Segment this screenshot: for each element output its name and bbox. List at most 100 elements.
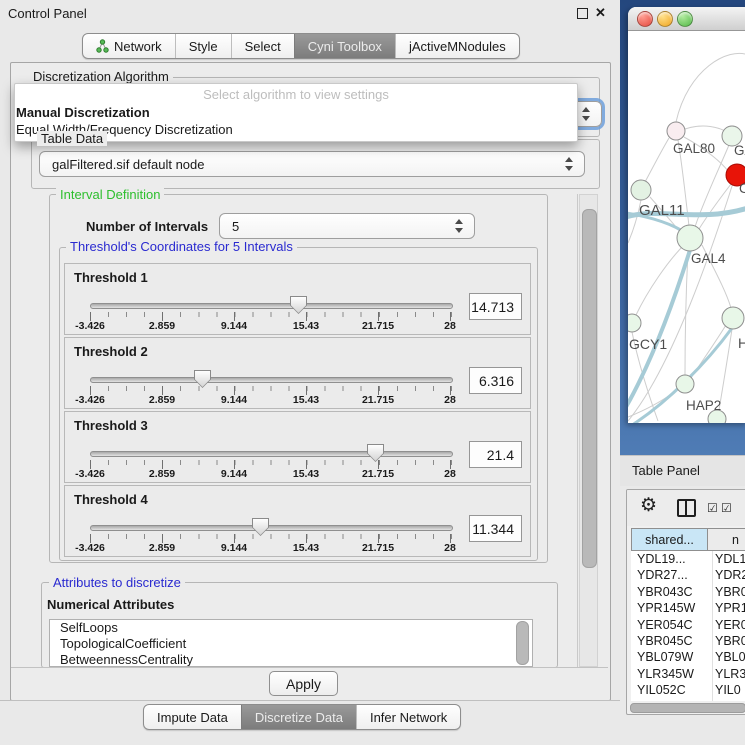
node-label-partial: C: [739, 181, 745, 196]
tab-network-label: Network: [114, 39, 162, 54]
node-label-gal4: GAL4: [691, 251, 726, 266]
network-node-gal4[interactable]: [677, 225, 703, 251]
table-panel: ⚙ ☑ ☑ shared... n YDL19...YDL1 YDR27...Y…: [626, 489, 745, 715]
threshold-2-slider-track[interactable]: [90, 377, 453, 383]
network-node[interactable]: [722, 307, 744, 329]
table-row[interactable]: YBR045CYBR0: [631, 633, 745, 649]
network-node-hap2[interactable]: [676, 375, 694, 393]
divider: [577, 194, 578, 667]
control-panel-window: Control Panel ✕ Network Style Select: [0, 0, 745, 745]
list-scrollbar[interactable]: [516, 621, 529, 665]
slider-ticks: [90, 534, 452, 539]
network-icon: [96, 39, 109, 53]
network-view-window: GAL80 GA C GAL11 GAL4 GCY1 H HAP2: [628, 7, 745, 423]
table-row[interactable]: YPR145WYPR1: [631, 600, 745, 616]
split-view-icon[interactable]: [677, 499, 696, 517]
table-toolbar: ⚙ ☑ ☑: [627, 490, 745, 526]
threshold-1-panel: Threshold 1 -3.426 2.859 9.144 15.43 21.…: [64, 263, 531, 335]
network-node-gal11[interactable]: [631, 180, 651, 200]
float-window-icon[interactable]: [577, 8, 588, 19]
node-label-partial: H: [738, 335, 745, 351]
zoom-traffic-icon[interactable]: [677, 11, 693, 27]
threshold-3-slider-handle[interactable]: [367, 444, 384, 462]
table-data-value: galFiltered.sif default node: [52, 157, 204, 172]
threshold-3-value-input[interactable]: 21.4: [469, 441, 522, 468]
divider: [0, 700, 620, 701]
table-row[interactable]: YDR27...YDR2: [631, 567, 745, 583]
interval-definition-label: Interval Definition: [56, 187, 164, 202]
threshold-4-slider-handle[interactable]: [252, 518, 269, 536]
threshold-1-label: Threshold 1: [74, 270, 148, 285]
list-item[interactable]: BetweennessCentrality: [50, 652, 532, 667]
table-row[interactable]: YDL19...YDL1: [631, 551, 745, 567]
close-icon[interactable]: ✕: [595, 5, 606, 21]
tick-label: 2.859: [134, 320, 190, 332]
attributes-group-label: Attributes to discretize: [49, 575, 185, 590]
threshold-3-label: Threshold 3: [74, 418, 148, 433]
tab-select[interactable]: Select: [231, 34, 294, 58]
threshold-4-value-input[interactable]: 11.344: [469, 515, 522, 542]
column-header-name[interactable]: n: [708, 528, 745, 551]
tab-cyni-toolbox[interactable]: Cyni Toolbox: [294, 34, 395, 58]
slider-ticks: [90, 386, 452, 391]
table-row[interactable]: YLR345WYLR3: [631, 666, 745, 682]
tick-label: 21.715: [350, 468, 406, 480]
tick-label: 15.43: [278, 542, 334, 554]
num-intervals-value: 5: [232, 219, 239, 234]
minimize-traffic-icon[interactable]: [657, 11, 673, 27]
threshold-1-slider-handle[interactable]: [290, 296, 307, 314]
gear-icon[interactable]: ⚙: [640, 494, 657, 517]
network-node-gal80[interactable]: [667, 122, 685, 140]
tab-jactivemnodules[interactable]: jActiveMNodules: [395, 34, 519, 58]
table-row[interactable]: YBL079WYBL0: [631, 649, 745, 665]
network-window-titlebar[interactable]: [628, 7, 745, 31]
node-label-partial: GA: [734, 143, 745, 158]
threshold-2-slider-handle[interactable]: [194, 370, 211, 388]
threshold-4-slider-track[interactable]: [90, 525, 453, 531]
tab-infer-network[interactable]: Infer Network: [356, 705, 460, 729]
network-node-gcy1[interactable]: [628, 314, 641, 332]
tab-style[interactable]: Style: [175, 34, 231, 58]
tick-label: 2.859: [134, 394, 190, 406]
tick-label: 28: [422, 542, 478, 554]
list-item[interactable]: SelfLoops: [50, 620, 532, 636]
threshold-4-panel: Threshold 4 -3.426 2.859 9.144 15.43 21.…: [64, 485, 531, 557]
table-row[interactable]: YIL052CYIL0: [631, 682, 745, 698]
network-view[interactable]: GAL80 GA C GAL11 GAL4 GCY1 H HAP2: [628, 31, 745, 423]
cyni-bottom-tabs: Impute Data Discretize Data Infer Networ…: [143, 704, 461, 730]
column-header-shared-name[interactable]: shared...: [631, 528, 708, 551]
node-label-gal11: GAL11: [639, 202, 685, 219]
checkbox-icon[interactable]: ☑: [707, 501, 718, 515]
threshold-1-slider-track[interactable]: [90, 303, 453, 309]
dropdown-item-manual[interactable]: Manual Discretization: [16, 105, 150, 120]
divider: [11, 667, 608, 668]
threshold-3-panel: Threshold 3 -3.426 2.859 9.144 15.43 21.…: [64, 411, 531, 483]
num-intervals-combobox[interactable]: 5: [219, 213, 475, 239]
close-traffic-icon[interactable]: [637, 11, 653, 27]
checkbox-icon[interactable]: ☑: [721, 501, 732, 515]
threshold-3-slider-track[interactable]: [90, 451, 453, 457]
table-data-combobox[interactable]: galFiltered.sif default node: [39, 151, 585, 177]
table-data-group-label: Table Data: [37, 131, 107, 146]
panel-title: Control Panel: [8, 6, 87, 21]
table-row[interactable]: YBR043CYBR0: [631, 584, 745, 600]
tab-discretize-data[interactable]: Discretize Data: [241, 705, 356, 729]
tick-label: 9.144: [206, 468, 262, 480]
cyni-toolbox-panel: Discretization Algorithm Select algorith…: [10, 62, 611, 701]
panel-titlebar: Control Panel ✕: [0, 0, 620, 26]
tab-network[interactable]: Network: [83, 34, 175, 58]
list-item[interactable]: TopologicalCoefficient: [50, 636, 532, 652]
tick-label: 9.144: [206, 320, 262, 332]
tab-impute-data[interactable]: Impute Data: [144, 705, 241, 729]
threshold-1-value-input[interactable]: 14.713: [469, 293, 522, 320]
apply-button[interactable]: Apply: [269, 671, 338, 696]
threshold-2-value-input[interactable]: 6.316: [469, 367, 522, 394]
node-label-gal80: GAL80: [673, 141, 715, 156]
panel-scrollbar-thumb[interactable]: [582, 209, 597, 568]
table-hscrollbar-thumb[interactable]: [630, 703, 745, 713]
tick-label: 15.43: [278, 320, 334, 332]
node-table: YDL19...YDL1 YDR27...YDR2 YBR043CYBR0 YP…: [631, 551, 745, 701]
tick-label: 15.43: [278, 468, 334, 480]
attributes-list: SelfLoops TopologicalCoefficient Between…: [49, 619, 533, 667]
table-row[interactable]: YER054CYER0: [631, 617, 745, 633]
